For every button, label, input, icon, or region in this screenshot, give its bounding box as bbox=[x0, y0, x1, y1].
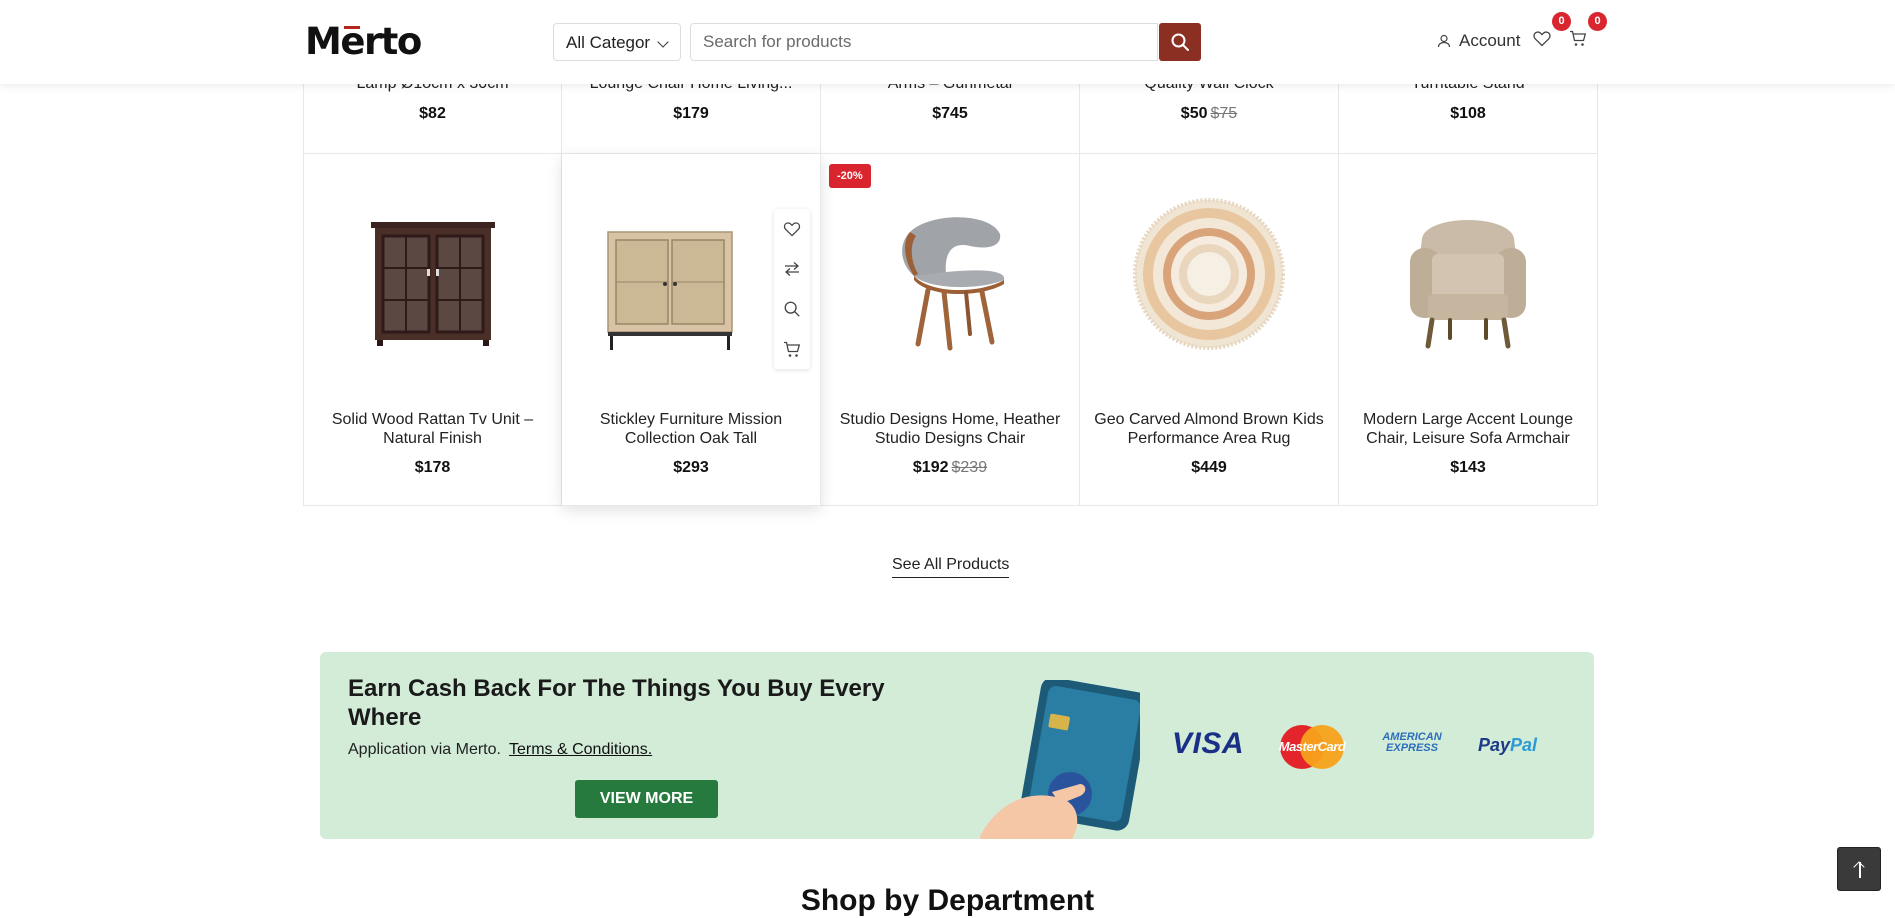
view-more-button[interactable]: VIEW MORE bbox=[575, 780, 718, 818]
see-all-products-link[interactable]: See All Products bbox=[892, 556, 1010, 578]
product-price: $178 bbox=[414, 459, 451, 476]
logo[interactable]: Merto bbox=[305, 20, 422, 63]
terms-link[interactable]: Terms & Conditions. bbox=[509, 741, 652, 758]
category-select[interactable]: All Categor bbox=[553, 23, 681, 61]
add-to-cart-button[interactable] bbox=[774, 329, 810, 369]
product-old-price: $75 bbox=[1210, 105, 1238, 122]
product-image-tv-unit[interactable] bbox=[353, 194, 513, 354]
category-select-value: All Categor bbox=[566, 33, 651, 52]
product-card[interactable]: Geo Carved Almond Brown Kids Performance… bbox=[1080, 154, 1339, 506]
product-card[interactable]: Solid Wood Rattan Tv Unit – Natural Fini… bbox=[303, 154, 562, 506]
site-header: Merto All Categor Account 0 0 bbox=[0, 0, 1895, 84]
search-icon bbox=[1171, 33, 1189, 51]
scroll-to-top-button[interactable] bbox=[1837, 847, 1881, 891]
product-card[interactable]: Stickley Furniture Mission Collection Oa… bbox=[562, 154, 821, 506]
banner-title: Earn Cash Back For The Things You Buy Ev… bbox=[348, 675, 885, 731]
search-button[interactable] bbox=[1159, 23, 1201, 61]
product-name[interactable]: Studio Designs Home, Heather Studio Desi… bbox=[835, 410, 1065, 448]
search-input[interactable] bbox=[690, 23, 1158, 61]
product-card[interactable]: Modern Large Accent Lounge Chair, Leisur… bbox=[1339, 154, 1598, 506]
cart-button[interactable]: 0 bbox=[1569, 12, 1607, 52]
product-price: $293 bbox=[673, 459, 709, 476]
product-price: $143 bbox=[1450, 459, 1486, 476]
section-title: Shop by Department bbox=[800, 884, 1095, 917]
quick-view-button[interactable] bbox=[774, 289, 810, 329]
product-image-oak-cabinet[interactable] bbox=[590, 194, 750, 354]
compare-icon bbox=[785, 262, 799, 276]
product-price: $179 bbox=[673, 105, 709, 122]
cart-icon bbox=[1570, 30, 1587, 46]
amex-logo: AMERICAN EXPRESS bbox=[1382, 731, 1442, 754]
product-price: $745 bbox=[932, 105, 968, 122]
product-image-round-rug[interactable] bbox=[1129, 194, 1289, 354]
chevron-down-icon bbox=[657, 36, 669, 48]
product-price: $449 bbox=[1191, 459, 1227, 476]
account-label: Account bbox=[1459, 31, 1521, 50]
product-name[interactable]: Modern Large Accent Lounge Chair, Leisur… bbox=[1353, 410, 1583, 448]
product-price: $108 bbox=[1450, 105, 1486, 122]
cashback-banner: Earn Cash Back For The Things You Buy Ev… bbox=[320, 652, 1594, 839]
phone-payment-illustration bbox=[980, 680, 1140, 839]
search-icon bbox=[784, 301, 800, 317]
product-card[interactable]: -20% Studio Designs Home, Heather Studio… bbox=[821, 154, 1080, 506]
wishlist-button[interactable]: 0 bbox=[1533, 12, 1571, 52]
paypal-logo: PayPal bbox=[1478, 735, 1538, 755]
wishlist-count-badge: 0 bbox=[1552, 12, 1571, 31]
user-icon bbox=[1437, 34, 1451, 48]
product-image-studio-chair[interactable] bbox=[870, 194, 1030, 354]
discount-badge: -20% bbox=[829, 164, 871, 188]
heart-icon bbox=[1533, 31, 1551, 47]
banner-subtitle: Application via Merto. Terms & Conditions… bbox=[348, 741, 653, 758]
product-price: $82 bbox=[419, 105, 446, 122]
cart-count-badge: 0 bbox=[1588, 12, 1607, 31]
product-price: $50 $75 bbox=[1180, 105, 1238, 122]
visa-logo: VISA bbox=[1172, 727, 1245, 760]
compare-button[interactable] bbox=[774, 249, 810, 289]
product-quick-actions bbox=[774, 209, 810, 369]
product-old-price: $239 bbox=[951, 459, 988, 476]
cart-icon bbox=[784, 341, 801, 357]
mastercard-label: MasterCard bbox=[1278, 739, 1346, 754]
product-name[interactable]: Geo Carved Almond Brown Kids Performance… bbox=[1094, 410, 1324, 448]
product-name[interactable]: Solid Wood Rattan Tv Unit – Natural Fini… bbox=[318, 410, 547, 448]
account-link[interactable]: Account bbox=[1437, 31, 1520, 51]
heart-icon bbox=[783, 222, 801, 237]
product-price: $192 $239 bbox=[912, 459, 988, 476]
add-to-wishlist-button[interactable] bbox=[774, 209, 810, 249]
product-name[interactable]: Stickley Furniture Mission Collection Oa… bbox=[576, 410, 806, 448]
product-image-accent-chair[interactable] bbox=[1388, 194, 1548, 354]
